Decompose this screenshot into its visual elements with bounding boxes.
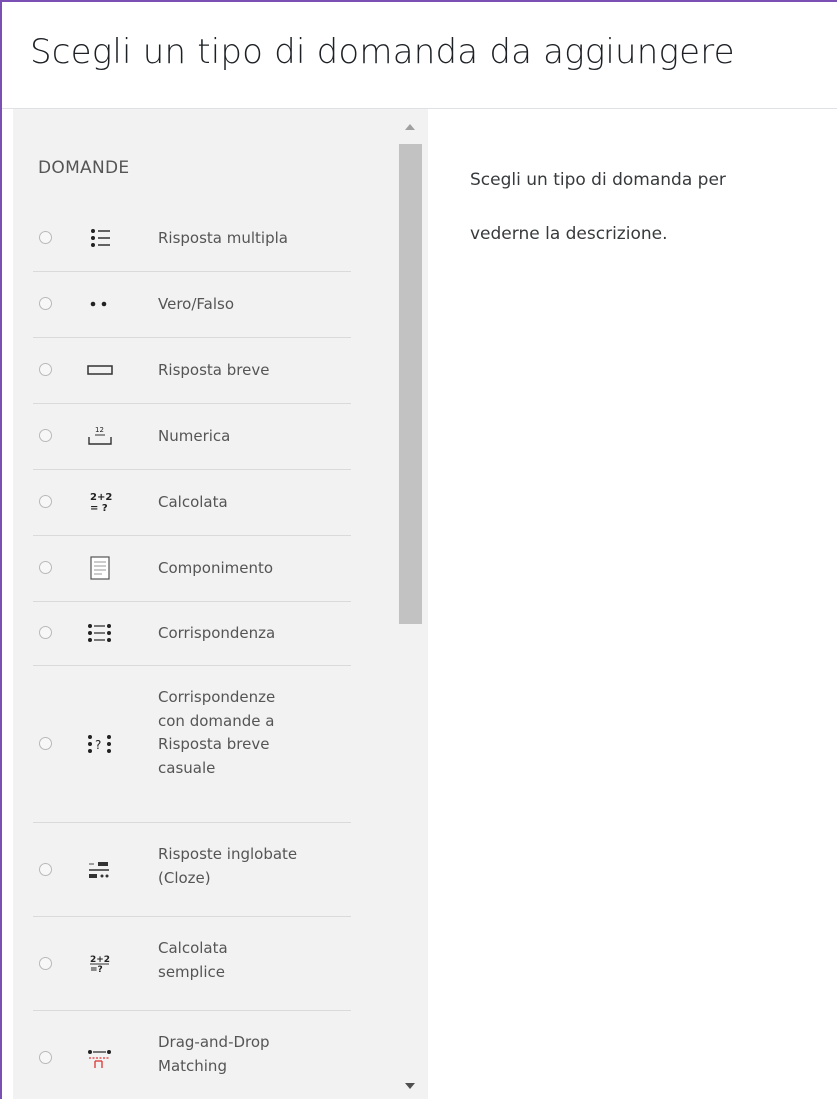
radio-button[interactable] xyxy=(39,231,52,244)
dialog-header: Scegli un tipo di domanda da aggiungere xyxy=(2,2,837,109)
question-type-option[interactable]: Risposta breve xyxy=(33,338,351,404)
question-type-label: Corrispondenza xyxy=(158,624,276,642)
question-type-option[interactable]: 2+2 =? Calcolata semplice xyxy=(33,917,351,1011)
description-line: Scegli un tipo di domanda per xyxy=(470,170,726,190)
description-line: vederne la descrizione. xyxy=(470,224,668,244)
question-type-option[interactable]: Risposta multipla xyxy=(33,206,351,272)
question-type-label: Risposta breve xyxy=(158,361,270,379)
radio-button[interactable] xyxy=(39,429,52,442)
svg-text:= ?: = ? xyxy=(90,503,108,514)
radio-button[interactable] xyxy=(39,1051,52,1064)
radio-button[interactable] xyxy=(39,737,52,750)
calculatedsimple-icon: 2+2 =? xyxy=(85,952,115,976)
numerical-icon: 12 xyxy=(85,424,115,448)
section-label-domande: DOMANDE xyxy=(38,158,130,178)
question-type-option[interactable]: ? Corrispondenze con domande a Risposta … xyxy=(33,666,351,823)
question-type-label: Numerica xyxy=(158,427,231,445)
question-type-option[interactable]: Risposte inglobate (Cloze) xyxy=(33,823,351,917)
question-type-list: DOMANDE Risposta multipla Vero/Falso Ris… xyxy=(13,109,428,1099)
question-type-label: Corrispondenze con domande a Risposta br… xyxy=(158,688,276,777)
question-type-label: Risposta multipla xyxy=(158,229,288,247)
question-type-option[interactable]: Vero/Falso xyxy=(33,272,351,338)
question-type-description: Scegli un tipo di domanda per vederne la… xyxy=(470,153,837,261)
radio-button[interactable] xyxy=(39,297,52,310)
question-type-label: Componimento xyxy=(158,559,274,577)
radio-button[interactable] xyxy=(39,561,52,574)
question-type-label: Calcolata semplice xyxy=(158,939,228,981)
svg-text:12: 12 xyxy=(95,426,104,434)
question-type-label: Calcolata xyxy=(158,493,228,511)
shortanswer-icon xyxy=(85,358,115,382)
question-type-label: Risposte inglobate (Cloze) xyxy=(158,845,298,887)
radio-button[interactable] xyxy=(39,957,52,970)
multichoice-icon xyxy=(85,226,115,250)
essay-icon xyxy=(85,556,115,580)
radio-button[interactable] xyxy=(39,495,52,508)
svg-text:?: ? xyxy=(95,738,101,752)
dialog-title: Scegli un tipo di domanda da aggiungere xyxy=(30,32,735,72)
question-type-label: Vero/Falso xyxy=(158,295,234,313)
multianswer-icon xyxy=(85,858,115,882)
question-type-option[interactable]: Componimento xyxy=(33,536,351,602)
radio-button[interactable] xyxy=(39,863,52,876)
truefalse-icon xyxy=(85,292,115,316)
svg-text:=?: =? xyxy=(90,965,103,975)
radio-button[interactable] xyxy=(39,626,52,639)
randomsamatch-icon: ? xyxy=(85,732,115,756)
svg-text:2+2: 2+2 xyxy=(90,492,112,503)
scroll-up-arrow-icon[interactable] xyxy=(405,124,415,130)
ddmatch-icon xyxy=(85,1046,115,1070)
question-type-option[interactable]: 2+2 = ? Calcolata xyxy=(33,470,351,536)
question-type-option[interactable]: 12 Numerica xyxy=(33,404,351,470)
radio-button[interactable] xyxy=(39,363,52,376)
scrollbar-thumb[interactable] xyxy=(399,144,422,624)
scrollbar[interactable] xyxy=(397,119,425,1099)
question-type-option[interactable]: Drag-and-Drop Matching xyxy=(33,1011,351,1099)
question-type-option[interactable]: Corrispondenza xyxy=(33,602,351,666)
scroll-down-arrow-icon[interactable] xyxy=(405,1083,415,1089)
question-type-label: Drag-and-Drop Matching xyxy=(158,1033,270,1075)
match-icon xyxy=(85,621,115,645)
calculated-icon: 2+2 = ? xyxy=(85,490,115,514)
